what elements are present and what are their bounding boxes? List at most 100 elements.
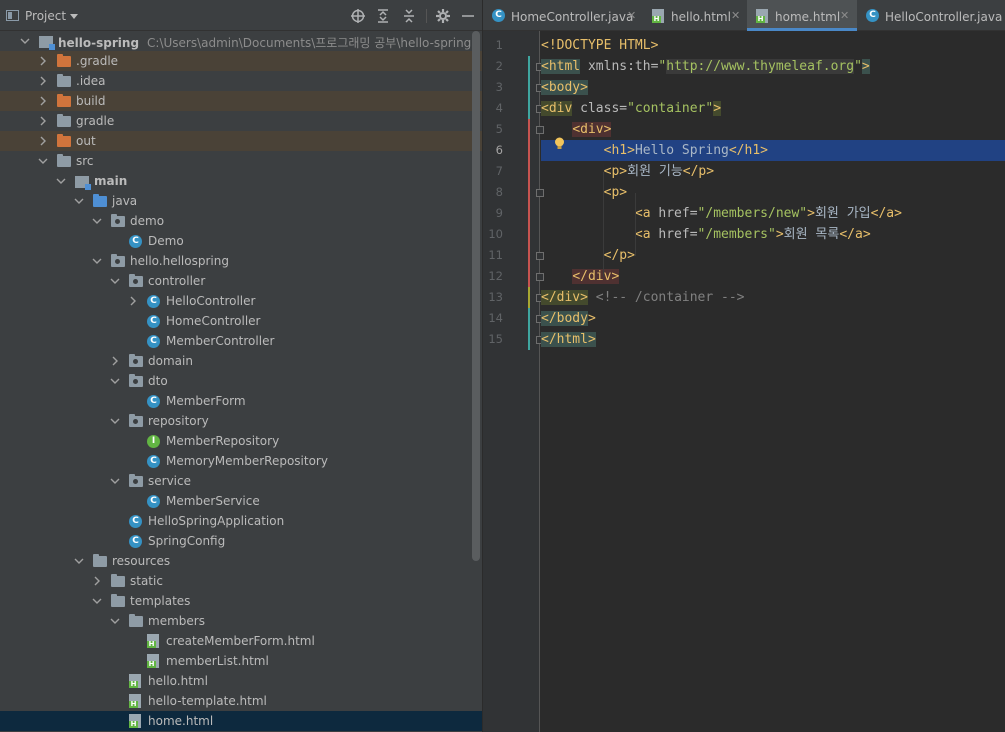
- lightbulb-icon[interactable]: [554, 137, 565, 151]
- tree-item[interactable]: repository: [0, 411, 482, 431]
- chevron-down-icon[interactable]: [74, 196, 84, 206]
- change-marker[interactable]: [528, 119, 530, 140]
- chevron-down-icon[interactable]: [56, 176, 66, 186]
- code-line[interactable]: <div class="container">: [541, 98, 1005, 119]
- chevron-down-icon[interactable]: [92, 216, 102, 226]
- locate-icon[interactable]: [350, 8, 366, 24]
- tree-item[interactable]: C HelloSpringApplication: [0, 511, 482, 531]
- chevron-down-icon[interactable]: [110, 276, 120, 286]
- tree-item[interactable]: C HelloController: [0, 291, 482, 311]
- chevron-right-icon[interactable]: [38, 96, 48, 106]
- change-marker[interactable]: [528, 203, 530, 224]
- chevron-down-icon[interactable]: [92, 596, 102, 606]
- tree-item[interactable]: dto: [0, 371, 482, 391]
- change-marker[interactable]: [528, 161, 530, 182]
- tree-item[interactable]: memberList.html: [0, 651, 482, 671]
- close-icon[interactable]: ✕: [840, 9, 849, 22]
- change-marker[interactable]: [528, 266, 530, 287]
- code-line[interactable]: <body>: [541, 77, 1005, 98]
- tree-item[interactable]: resources: [0, 551, 482, 571]
- tree-item[interactable]: C MemberForm: [0, 391, 482, 411]
- tab-hello-html[interactable]: hello.html ✕: [643, 0, 747, 30]
- change-marker[interactable]: [528, 77, 530, 98]
- tree-item[interactable]: .gradle: [0, 51, 482, 71]
- tree-item[interactable]: members: [0, 611, 482, 631]
- tree-item[interactable]: C Demo: [0, 231, 482, 251]
- chevron-right-icon[interactable]: [38, 56, 48, 66]
- code-line[interactable]: </body>: [541, 308, 1005, 329]
- change-marker[interactable]: [528, 224, 530, 245]
- chevron-down-icon[interactable]: [110, 476, 120, 486]
- tree-item[interactable]: createMemberForm.html: [0, 631, 482, 651]
- chevron-right-icon[interactable]: [128, 296, 138, 306]
- code-line[interactable]: </div> <!-- /container -->: [541, 287, 1005, 308]
- code-line[interactable]: </div>: [541, 266, 1005, 287]
- chevron-right-icon[interactable]: [92, 576, 102, 586]
- change-marker[interactable]: [528, 308, 530, 329]
- code-line[interactable]: </p>: [541, 245, 1005, 266]
- chevron-down-icon[interactable]: [110, 416, 120, 426]
- tree-item[interactable]: java: [0, 191, 482, 211]
- tree-item[interactable]: C HomeController: [0, 311, 482, 331]
- code-line[interactable]: <html xmlns:th="http://www.thymeleaf.org…: [541, 56, 1005, 77]
- code-line[interactable]: <a href="/members/new">회원 가입</a>: [541, 203, 1005, 224]
- code-line[interactable]: </html>: [541, 329, 1005, 350]
- project-panel-title[interactable]: Project: [25, 9, 66, 23]
- tree-item[interactable]: C MemoryMemberRepository: [0, 451, 482, 471]
- chevron-down-icon[interactable]: [74, 556, 84, 566]
- expand-all-icon[interactable]: [375, 8, 391, 24]
- tree-item[interactable]: out: [0, 131, 482, 151]
- chevron-down-icon[interactable]: [110, 616, 120, 626]
- tab-homecontroller[interactable]: C HomeController.java ✕: [483, 0, 643, 30]
- chevron-right-icon[interactable]: [38, 136, 48, 146]
- chevron-down-icon[interactable]: [20, 36, 30, 46]
- chevron-down-icon[interactable]: [92, 256, 102, 266]
- tree-item[interactable]: service: [0, 471, 482, 491]
- tree-item[interactable]: domain: [0, 351, 482, 371]
- tree-item[interactable]: src: [0, 151, 482, 171]
- change-marker[interactable]: [528, 329, 530, 350]
- change-marker[interactable]: [528, 287, 530, 308]
- tree-item[interactable]: hello.hellospring: [0, 251, 482, 271]
- tree-item[interactable]: I MemberRepository: [0, 431, 482, 451]
- collapse-all-icon[interactable]: [401, 8, 417, 24]
- tree-item[interactable]: C SpringConfig: [0, 531, 482, 551]
- code-line[interactable]: <div>: [541, 119, 1005, 140]
- tree-item[interactable]: build: [0, 91, 482, 111]
- chevron-right-icon[interactable]: [38, 76, 48, 86]
- tree-item[interactable]: controller: [0, 271, 482, 291]
- tree-item[interactable]: .idea: [0, 71, 482, 91]
- code-line[interactable]: <p>회원 기능</p>: [541, 161, 1005, 182]
- change-marker[interactable]: [528, 98, 530, 119]
- chevron-down-icon[interactable]: [70, 14, 78, 19]
- close-icon[interactable]: ✕: [627, 9, 636, 22]
- close-icon[interactable]: ✕: [731, 9, 740, 22]
- tree-item[interactable]: main: [0, 171, 482, 191]
- tree-item[interactable]: C MemberController: [0, 331, 482, 351]
- hide-icon[interactable]: [460, 8, 476, 24]
- code-line[interactable]: <!DOCTYPE HTML>: [541, 35, 1005, 56]
- change-marker[interactable]: [528, 182, 530, 203]
- change-marker[interactable]: [528, 56, 530, 77]
- tree-item[interactable]: home.html: [0, 711, 482, 731]
- tree-item[interactable]: hello-template.html: [0, 691, 482, 711]
- settings-icon[interactable]: [435, 8, 451, 24]
- project-scrollbar[interactable]: [472, 31, 480, 561]
- code-line[interactable]: <p>: [541, 182, 1005, 203]
- chevron-down-icon[interactable]: [38, 156, 48, 166]
- tree-item[interactable]: static: [0, 571, 482, 591]
- tree-item[interactable]: gradle: [0, 111, 482, 131]
- tree-item[interactable]: hello-spring C:\Users\admin\Documents\프로그…: [0, 31, 482, 51]
- chevron-right-icon[interactable]: [110, 356, 120, 366]
- code-line[interactable]: <h1>Hello Spring</h1>: [541, 140, 1005, 161]
- tree-item[interactable]: demo: [0, 211, 482, 231]
- change-marker[interactable]: [528, 245, 530, 266]
- tree-item[interactable]: hello.html: [0, 671, 482, 691]
- chevron-right-icon[interactable]: [38, 116, 48, 126]
- code-line[interactable]: <a href="/members">회원 목록</a>: [541, 224, 1005, 245]
- tree-item[interactable]: C MemberService: [0, 491, 482, 511]
- change-marker[interactable]: [528, 140, 530, 161]
- tab-home-html[interactable]: home.html ✕: [747, 0, 857, 31]
- tab-hellocontroller[interactable]: C HelloController.java: [857, 0, 1005, 30]
- tree-item[interactable]: templates: [0, 591, 482, 611]
